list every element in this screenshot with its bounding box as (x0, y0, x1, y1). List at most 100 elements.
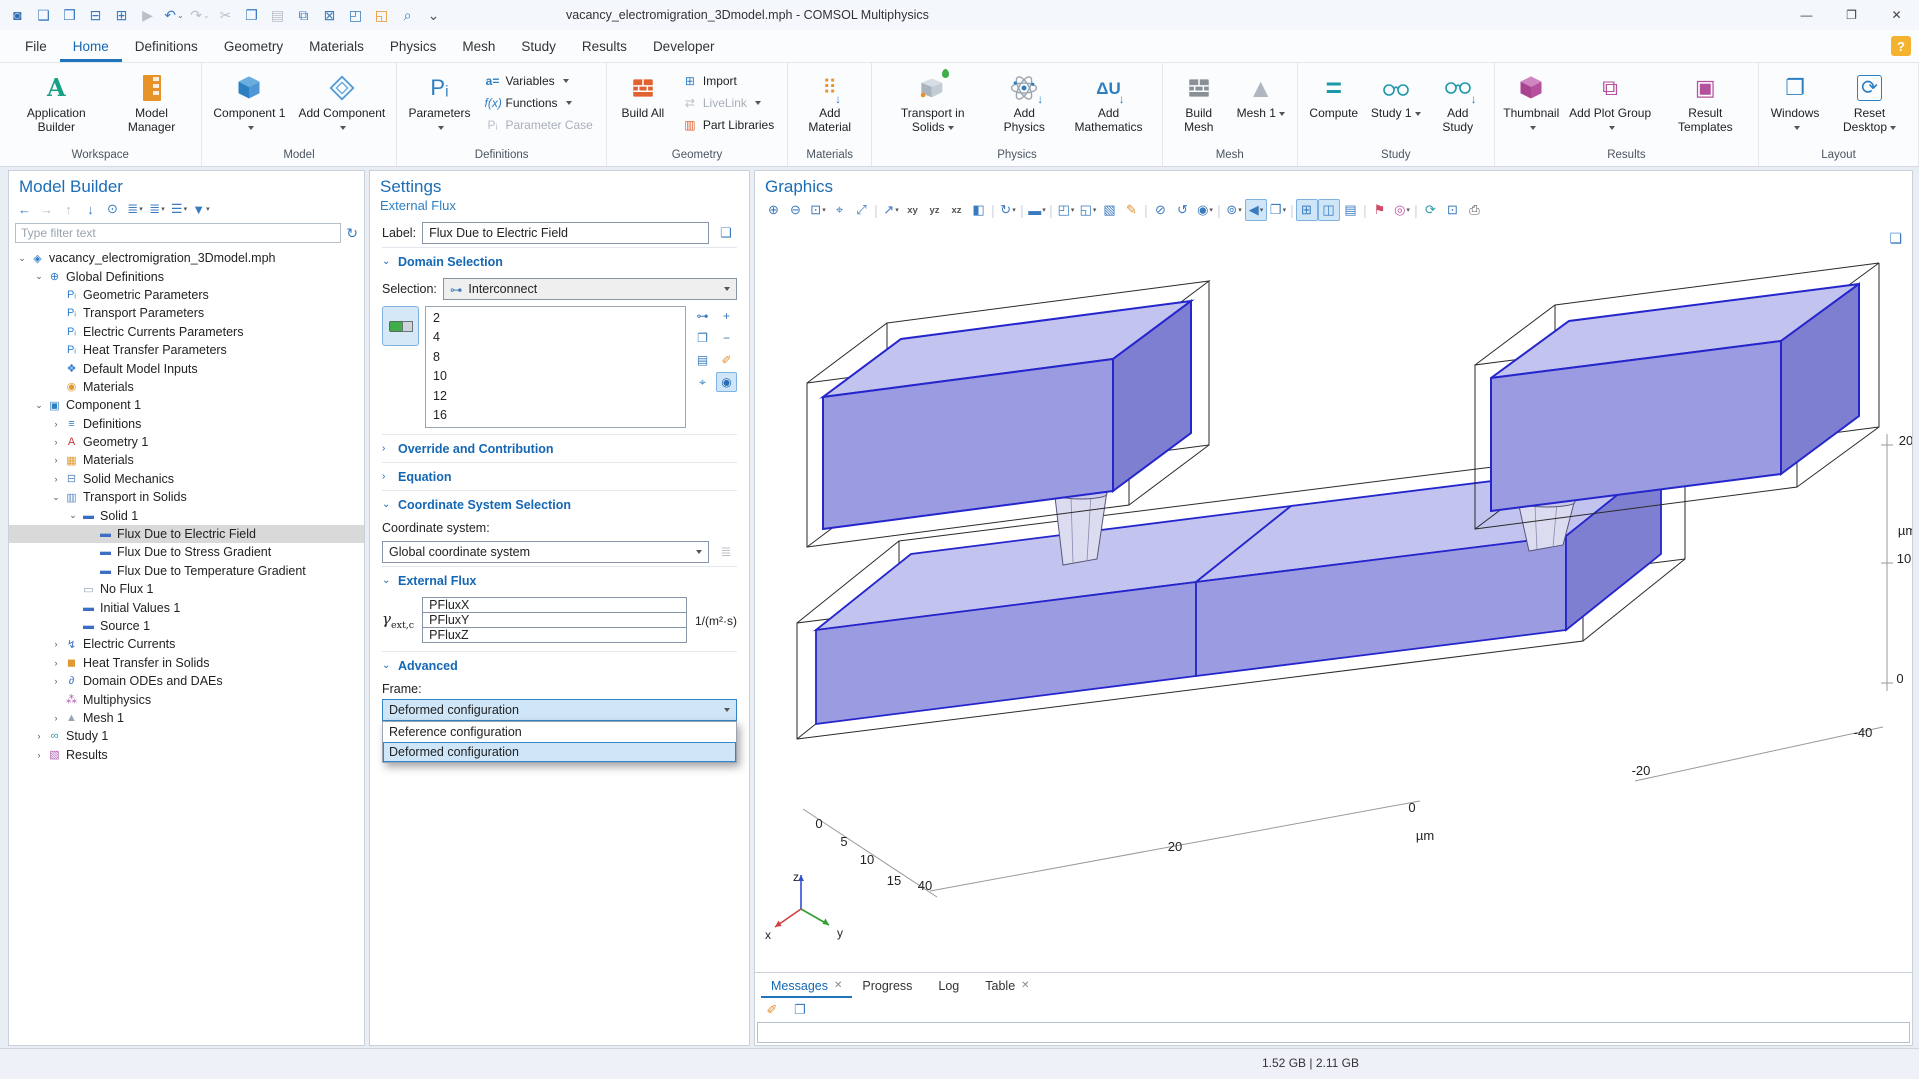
quick-access-button-customize-toolbar[interactable]: ⌄ (422, 3, 446, 27)
tree-item[interactable]: ⁂ Multiphysics (9, 690, 364, 708)
frame-dropdown-option[interactable]: Deformed configuration (383, 742, 736, 762)
tree-expander-icon[interactable]: › (49, 676, 63, 686)
tree-item[interactable]: › ▧ Results (9, 746, 364, 764)
tree-item[interactable]: › ◼ Heat Transfer in Solids (9, 654, 364, 672)
graphics-toolbar-button-print[interactable]: ⎙ (1464, 199, 1486, 221)
tree-item[interactable]: Pᵢ Geometric Parameters (9, 286, 364, 304)
quick-access-button-cut[interactable]: ✂ (214, 3, 238, 27)
graphics-toolbar-button-color-plot[interactable]: ◎▾ (1391, 199, 1413, 221)
flux-field-input[interactable]: PFluxY (422, 612, 687, 628)
graphics-toolbar-button-deselect-brush[interactable]: ✎ (1121, 199, 1143, 221)
study-1-button[interactable]: Study 1 (1366, 67, 1426, 147)
graphics-toolbar-button-default-3d-view[interactable]: ↗▾ (880, 199, 902, 221)
tree-expander-icon[interactable]: › (49, 639, 63, 649)
section-external-flux[interactable]: ⌄ External Flux (382, 566, 737, 594)
graphics-toolbar-button-zoom-extents[interactable]: ⌖ (829, 199, 851, 221)
graphics-toolbar-button-split-view[interactable]: ◫ (1318, 199, 1340, 221)
tree-item[interactable]: ▬ Source 1 (9, 617, 364, 635)
graphics-toolbar-button-select-mode[interactable]: ◰▾ (1055, 199, 1077, 221)
graphics-toolbar-button-view-visibility[interactable]: ◉▾ (1194, 199, 1216, 221)
label-input[interactable]: Flux Due to Electric Field (422, 222, 709, 244)
quick-access-button-paste[interactable]: ▤ (266, 3, 290, 27)
reset-desktop-button[interactable]: ⟳ Reset Desktop (1827, 67, 1912, 147)
tree-item[interactable]: ▬ Flux Due to Stress Gradient (9, 543, 364, 561)
graphics-toolbar-button[interactable]: | (1413, 199, 1420, 221)
model-builder-toolbar-button-move-up[interactable]: ↑ (59, 199, 79, 219)
dock-tab[interactable]: Log (928, 973, 975, 998)
tree-item[interactable]: › ▲ Mesh 1 (9, 709, 364, 727)
tree-expander-icon[interactable]: › (49, 419, 63, 429)
window-control-button-minimize[interactable]: — (1784, 0, 1829, 30)
menu-tab[interactable]: Study (508, 30, 569, 62)
flux-field-input[interactable]: PFluxZ (422, 627, 687, 643)
application-builder-button[interactable]: A Application Builder (6, 67, 107, 147)
dock-toolbar-button-copy-log[interactable]: ❐ (789, 999, 811, 1021)
graphics-toolbar-button[interactable]: | (1362, 199, 1369, 221)
quick-access-button-new-file[interactable]: ❏ (32, 3, 56, 27)
graphics-toolbar-button-view-xy[interactable]: xy (902, 199, 924, 221)
graphics-toolbar-button-zoom-in[interactable]: ⊕ (763, 199, 785, 221)
graphics-toolbar-button[interactable]: | (873, 199, 880, 221)
graphics-toolbar-button-table-view[interactable]: ▤ (1340, 199, 1362, 221)
selection-tool-button-zoom-to-selection[interactable]: ⌖ (692, 372, 713, 392)
menu-tab[interactable]: Home (60, 30, 122, 62)
menu-tab[interactable]: Results (569, 30, 640, 62)
model-builder-toolbar-button-filter[interactable]: ▼▾ (191, 199, 211, 219)
tree-item[interactable]: › ⊟ Solid Mechanics (9, 470, 364, 488)
tree-item[interactable]: › ↯ Electric Currents (9, 635, 364, 653)
graphics-toolbar-button-marker[interactable]: ⚑ (1369, 199, 1391, 221)
graphics-toolbar-button-plot-mode[interactable]: ▬▾ (1026, 199, 1048, 221)
selection-tool-button-create-selection[interactable]: ⊶ (692, 306, 713, 326)
selection-tool-button-clear-selection[interactable]: ✐ (716, 350, 737, 370)
tree-expander-icon[interactable]: › (49, 658, 63, 668)
menu-tab[interactable]: Geometry (211, 30, 296, 62)
close-icon[interactable]: ✕ (834, 980, 842, 991)
tree-expander-icon[interactable]: ⌄ (49, 492, 63, 503)
tree-expander-icon[interactable]: › (49, 455, 63, 465)
model-builder-toolbar-button-move-down[interactable]: ↓ (81, 199, 101, 219)
model-builder-toolbar-button-expand-all[interactable]: ≣▾ (147, 199, 167, 219)
quick-access-button-clear-selection[interactable]: ◱ (370, 3, 394, 27)
graphics-toolbar-button-tile-view[interactable]: ⊞ (1296, 199, 1318, 221)
help-button[interactable]: ? (1891, 36, 1911, 56)
menu-tab[interactable]: File (12, 30, 60, 62)
add-mathematics-button[interactable]: ΔU↓ Add Mathematics (1061, 67, 1155, 147)
window-control-button-maximize[interactable]: ❐ (1829, 0, 1874, 30)
tree-item[interactable]: ⌄ ▣ Component 1 (9, 396, 364, 414)
domain-list-item[interactable]: 4 (426, 328, 685, 348)
flux-field-input[interactable]: PFluxX (422, 597, 687, 613)
go-to-source-button[interactable]: ≣ (715, 541, 737, 563)
model-builder-toolbar-button-collapse-all[interactable]: ≣▾ (125, 199, 145, 219)
quick-access-button-redo[interactable]: ↷⌄ (188, 3, 212, 27)
graphics-toolbar-button-snapshot-camera[interactable]: ⊡ (1442, 199, 1464, 221)
model-builder-toolbar-button-show[interactable]: ⊙ (103, 199, 123, 219)
tree-item[interactable]: ◉ Materials (9, 378, 364, 396)
import-button[interactable]: ⊞Import (679, 70, 777, 91)
quick-access-button-select-box[interactable]: ◰ (344, 3, 368, 27)
graphics-toolbar-button[interactable]: | (1289, 199, 1296, 221)
build-mesh-button[interactable]: Build Mesh (1169, 67, 1229, 147)
tree-item[interactable]: ▬ Flux Due to Electric Field (9, 525, 364, 543)
domain-list-item[interactable]: 2 (426, 308, 685, 328)
frame-combobox[interactable]: Deformed configuration (382, 699, 737, 721)
graphics-toolbar-button-camera-projection[interactable]: ◧ (968, 199, 990, 221)
model-builder-toolbar-button-forward[interactable]: → (37, 199, 57, 219)
dock-tab[interactable]: Messages✕ (761, 973, 852, 998)
graphics-toolbar-button-rotate-view[interactable]: ↻▾ (997, 199, 1019, 221)
model-builder-toolbar-button-back[interactable]: ← (15, 199, 35, 219)
tree-expander-icon[interactable]: › (49, 713, 63, 723)
section-domain-selection[interactable]: ⌄ Domain Selection (382, 247, 737, 275)
tree-expander-icon[interactable]: › (49, 437, 63, 447)
quick-access-button-save-as[interactable]: ⊞ (110, 3, 134, 27)
quick-access-button-find[interactable]: ⌕ (396, 3, 420, 27)
graphics-toolbar-button[interactable]: | (1048, 199, 1055, 221)
tree-item[interactable]: ⌄ ◈ vacancy_electromigration_3Dmodel.mph (9, 249, 364, 267)
section-equation[interactable]: › Equation (382, 462, 737, 490)
graphics-toolbar-button-plot-in-new-window[interactable]: ❐▾ (1267, 199, 1289, 221)
menu-tab[interactable]: Materials (296, 30, 377, 62)
variables-button[interactable]: a=Variables (481, 70, 595, 91)
menu-tab[interactable]: Developer (640, 30, 728, 62)
quick-access-button-app-logo[interactable]: ◙ (6, 3, 30, 27)
graphics-toolbar-button[interactable]: | (1019, 199, 1026, 221)
graphics-toolbar-button-fit-window[interactable]: ⤢ (851, 199, 873, 221)
